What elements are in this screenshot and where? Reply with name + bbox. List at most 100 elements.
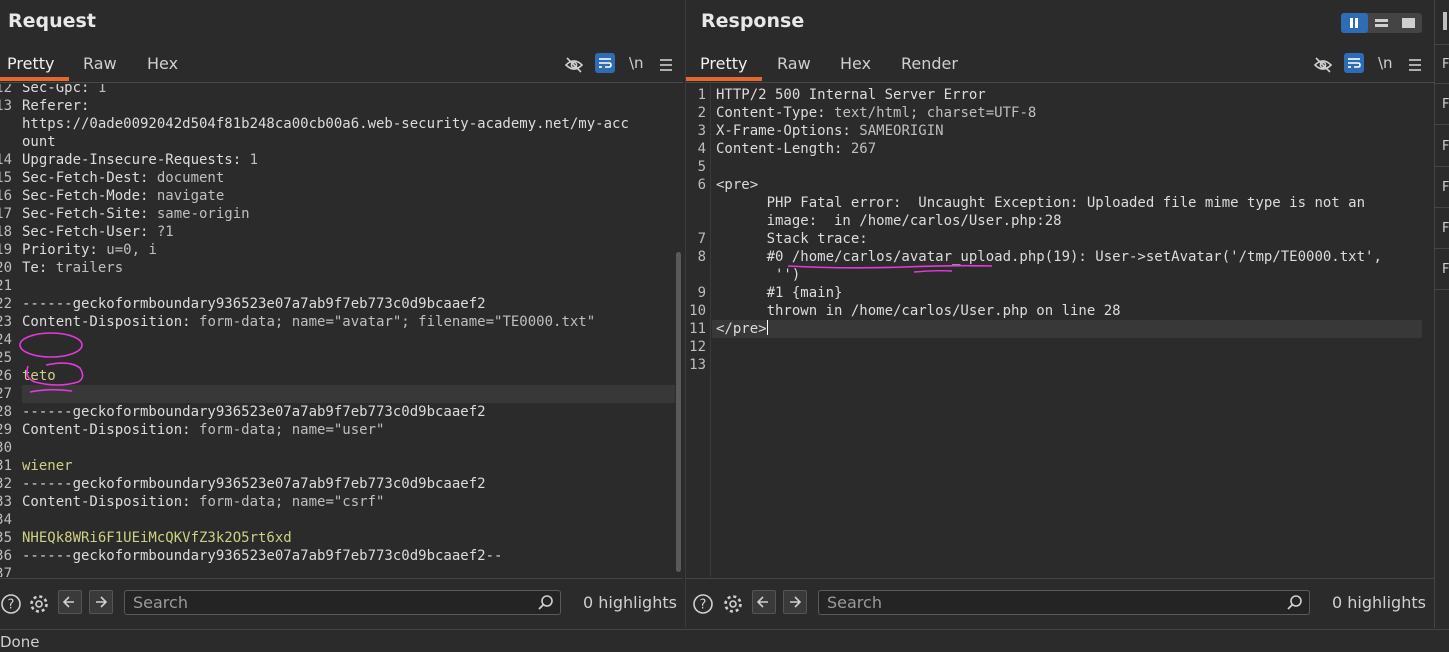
search-icon (538, 595, 553, 610)
text-cursor (766, 320, 768, 335)
code-line: Content-Disposition: form-data; name="us… (22, 422, 385, 438)
line-number: 33 (0, 494, 12, 510)
code-line: HTTP/2 500 Internal Server Error (716, 87, 986, 103)
layout-stacked-button[interactable] (1368, 13, 1395, 33)
eye-off-icon[interactable] (564, 55, 584, 75)
response-search-input[interactable] (827, 593, 1244, 612)
help-icon[interactable]: ? (692, 593, 714, 615)
request-scrollbar[interactable] (676, 252, 681, 572)
columns-icon (1350, 18, 1358, 28)
arrow-right-icon (96, 596, 108, 608)
single-pane-icon (1402, 18, 1415, 28)
response-gutter-divider (710, 84, 711, 577)
code-line: PHP Fatal error: Uncaught Exception: Upl… (716, 195, 1366, 211)
line-number: 12 (0, 84, 12, 96)
line-number: 16 (0, 188, 12, 204)
arrow-left-icon (62, 596, 74, 608)
code-line: Te: trailers (22, 260, 124, 276)
side-divider (1435, 166, 1449, 167)
response-tab-raw[interactable]: Raw (777, 54, 811, 73)
request-tab-hex[interactable]: Hex (147, 54, 178, 73)
side-divider (1435, 44, 1449, 45)
response-editor[interactable]: 1 HTTP/2 500 Internal Server Error 2 Conten… (686, 84, 1435, 577)
response-search-box (818, 590, 1310, 615)
search-previous-button[interactable] (58, 590, 82, 614)
status-bar: Done (0, 629, 1449, 652)
layout-toggle-group (1341, 13, 1422, 33)
line-number: 11 (689, 321, 706, 337)
line-number: 1 (697, 87, 706, 103)
line-number: 32 (0, 476, 12, 492)
code-line: <pre> (716, 177, 759, 193)
help-icon[interactable]: ? (0, 593, 22, 615)
arrow-right-icon (790, 596, 802, 608)
code-line: https://0ade0092042d504f81b248ca00cb00a6… (22, 116, 629, 132)
request-tab-raw[interactable]: Raw (83, 54, 117, 73)
search-next-button[interactable] (783, 590, 807, 614)
side-tab-label: F (1442, 139, 1449, 154)
code-line: Sec-Fetch-Dest: document (22, 170, 225, 186)
code-line: Content-Disposition: form-data; name="cs… (22, 494, 385, 510)
response-tab-render[interactable]: Render (901, 54, 958, 73)
code-line: Sec-Fetch-Site: same-origin (22, 206, 250, 222)
request-title: Request (8, 10, 96, 32)
side-divider (1435, 83, 1449, 84)
layout-single-button[interactable] (1395, 13, 1422, 33)
side-strip-handle[interactable] (1443, 12, 1447, 30)
menu-icon[interactable] (1405, 55, 1425, 75)
line-number: 30 (0, 440, 12, 456)
response-search-bar: ? 0 highlights (686, 578, 1435, 628)
request-search-input[interactable] (133, 593, 503, 612)
code-line: Stack trace: (716, 231, 868, 247)
request-search-bar: ? 0 highlights (0, 578, 683, 628)
line-number: 29 (0, 422, 12, 438)
side-tab-label: F (1442, 221, 1449, 236)
search-previous-button[interactable] (752, 590, 776, 614)
line-number: 28 (0, 404, 12, 420)
search-icon (1287, 595, 1302, 610)
line-number: 19 (0, 242, 12, 258)
line-number: 31 (0, 458, 12, 474)
svg-text:?: ? (8, 598, 15, 613)
line-number: 2 (697, 105, 706, 121)
response-highlights-count: 0 highlights (1332, 593, 1426, 612)
current-line-highlight (712, 320, 1422, 338)
line-number: 17 (0, 206, 12, 222)
newline-toggle[interactable]: \n (1378, 54, 1393, 72)
line-number: 14 (0, 152, 12, 168)
menu-icon[interactable] (656, 55, 676, 75)
gear-icon[interactable] (722, 593, 744, 615)
side-divider (1435, 289, 1449, 290)
wrap-lines-toggle[interactable] (1344, 53, 1364, 73)
code-line: ------geckoformboundary936523e07a7ab9f7e… (22, 404, 486, 420)
line-number: 20 (0, 260, 12, 276)
line-number: 12 (689, 339, 706, 355)
line-number: 35 (0, 530, 12, 546)
line-number: 3 (697, 123, 706, 139)
newline-toggle[interactable]: \n (629, 54, 644, 72)
code-line: Referer: (22, 98, 98, 114)
line-number: 36 (0, 548, 12, 564)
line-number: 4 (697, 141, 706, 157)
layout-side-by-side-button[interactable] (1341, 13, 1368, 33)
code-line: ------geckoformboundary936523e07a7ab9f7e… (22, 548, 503, 564)
code-line: Sec-Fetch-User: ?1 (22, 224, 174, 240)
code-line: Priority: u=0, i (22, 242, 157, 258)
annotation-underline (787, 264, 993, 273)
code-line: wiener (22, 458, 73, 474)
code-line: Upgrade-Insecure-Requests: 1 (22, 152, 259, 168)
line-number: 21 (0, 278, 12, 294)
gear-icon[interactable] (28, 593, 50, 615)
request-tab-pretty[interactable]: Pretty (7, 54, 54, 73)
response-tab-hex[interactable]: Hex (840, 54, 871, 73)
code-line: NHEQk8WRi6F1UEiMcQKVfZ3k2O5rt6xd (22, 530, 292, 546)
line-number: 10 (689, 303, 706, 319)
search-next-button[interactable] (89, 590, 113, 614)
svg-text:?: ? (700, 598, 707, 613)
wrap-lines-toggle[interactable] (595, 53, 615, 73)
rows-icon (1375, 19, 1388, 27)
arrow-left-icon (756, 596, 768, 608)
eye-off-icon[interactable] (1313, 55, 1333, 75)
response-tab-pretty[interactable]: Pretty (700, 54, 747, 73)
response-tab-divider (686, 82, 1435, 83)
